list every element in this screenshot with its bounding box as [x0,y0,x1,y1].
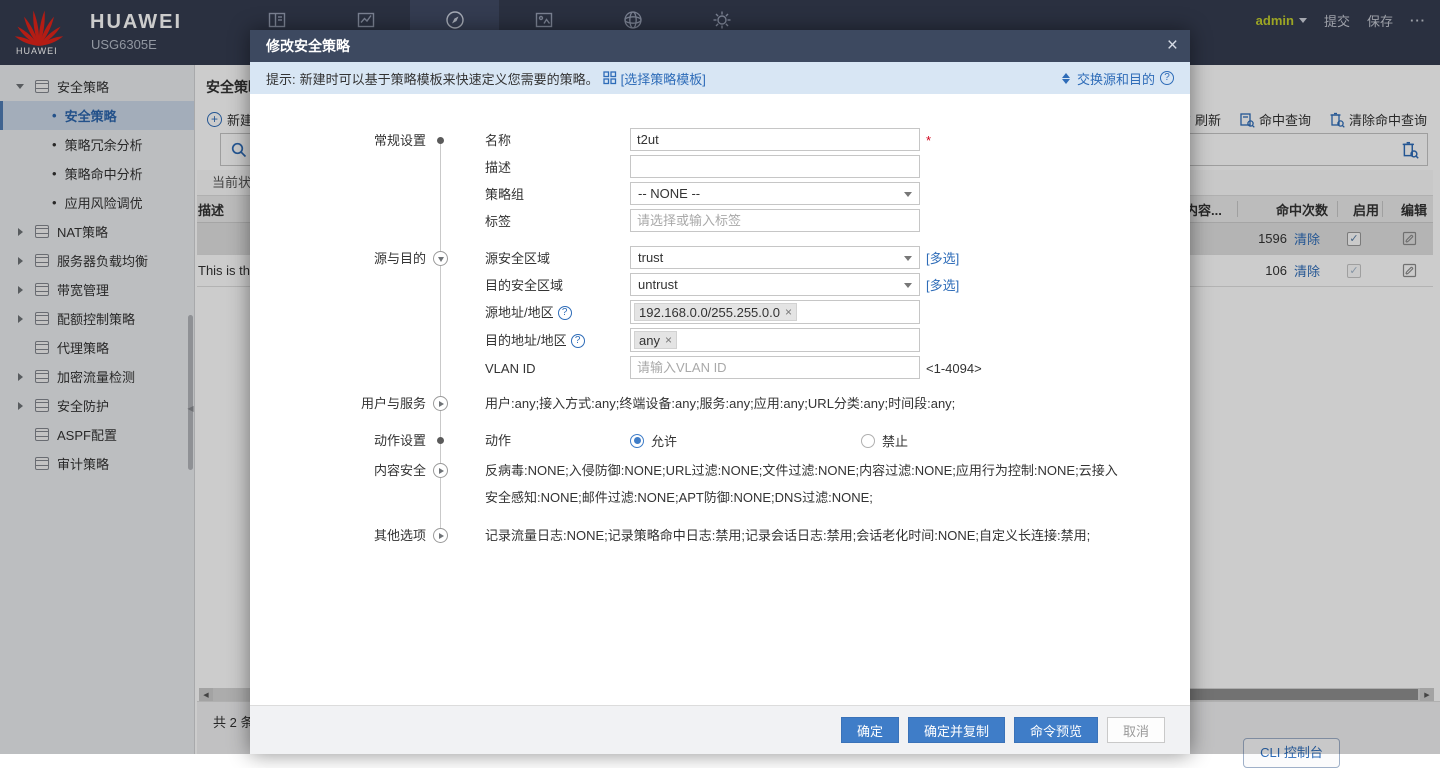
user-service-summary: 用户:any;接入方式:any;终端设备:any;服务:any;应用:any;U… [485,390,1130,417]
content-security-summary: 反病毒:NONE;入侵防御:NONE;URL过滤:NONE;文件过滤:NONE;… [485,457,1130,511]
deny-label: 禁止 [882,431,908,450]
remove-tag-icon[interactable]: × [665,332,672,349]
help-icon[interactable]: ? [1160,71,1174,85]
section-collapse-icon[interactable] [433,251,448,266]
section-srcdst-label: 源与目的 [250,245,426,272]
section-action-label: 动作设置 [250,427,426,454]
ok-and-copy-button[interactable]: 确定并复制 [908,717,1005,743]
close-icon[interactable]: × [1167,30,1178,62]
dialog-title: 修改安全策略 [266,38,350,54]
section-expand-icon[interactable] [433,463,448,478]
address-tag: 192.168.0.0/255.255.0.0 × [634,303,797,321]
src-addr-field[interactable]: 192.168.0.0/255.255.0.0 × [630,300,920,324]
dialog-body: 常规设置 名称 * 描述 策略组 -- NONE -- 标签 源与目的 [250,94,1190,705]
required-asterisk: * [926,127,931,154]
dst-zone-multi-link[interactable]: [多选] [926,272,959,299]
tags-input[interactable] [630,209,920,232]
hint-text: 新建时可以基于策略模板来快速定义您需要的策略。 [300,69,599,88]
section-general-label: 常规设置 [250,127,426,154]
help-icon[interactable]: ? [558,306,572,320]
hint-prefix: 提示: [266,69,296,88]
command-preview-button[interactable]: 命令预览 [1014,717,1098,743]
tags-label: 标签 [485,208,627,235]
src-zone-select[interactable]: trust [630,246,920,269]
dialog-footer: 确定 确定并复制 命令预览 取消 [250,705,1190,754]
section-expand-icon[interactable] [433,396,448,411]
src-zone-label: 源安全区域 [485,245,627,272]
section-dot-icon [437,137,444,144]
chevron-down-icon [904,283,912,288]
remove-tag-icon[interactable]: × [785,304,792,321]
dst-addr-field[interactable]: any × [630,328,920,352]
action-label: 动作 [485,427,627,454]
template-grid-icon [603,71,617,85]
section-expand-icon[interactable] [433,528,448,543]
name-label: 名称 [485,127,627,154]
dialog-hint-bar: 提示: 新建时可以基于策略模板来快速定义您需要的策略。 [选择策略模板] 交换源… [250,62,1190,94]
src-zone-multi-link[interactable]: [多选] [926,245,959,272]
src-addr-label: 源地址/地区 [485,299,554,326]
dst-zone-select[interactable]: untrust [630,273,920,296]
deny-radio[interactable] [861,434,875,448]
vlan-input[interactable] [630,356,920,379]
description-label: 描述 [485,154,627,181]
cancel-button[interactable]: 取消 [1107,717,1165,743]
dst-zone-label: 目的安全区域 [485,272,627,299]
choose-template-link[interactable]: [选择策略模板] [621,69,706,88]
modify-security-policy-dialog: 修改安全策略 × 提示: 新建时可以基于策略模板来快速定义您需要的策略。 [选择… [250,30,1190,754]
swap-src-dst-link[interactable]: 交换源和目的 [1077,69,1155,88]
allow-label: 允许 [651,431,677,450]
dst-addr-label: 目的地址/地区 [485,327,567,354]
name-input[interactable] [630,128,920,151]
section-user-service-label: 用户与服务 [250,390,426,417]
section-content-security-label: 内容安全 [250,457,426,484]
address-tag: any × [634,331,677,349]
allow-radio[interactable] [630,434,644,448]
swap-icon [1062,73,1070,84]
ok-button[interactable]: 确定 [841,717,899,743]
help-icon[interactable]: ? [571,334,585,348]
section-dot-icon [437,437,444,444]
description-input[interactable] [630,155,920,178]
chevron-down-icon [904,256,912,261]
action-radio-group: 允许 禁止 [630,427,908,454]
section-other-label: 其他选项 [250,522,426,549]
policy-group-label: 策略组 [485,181,627,208]
vlan-range-hint: <1-4094> [926,355,982,382]
other-options-summary: 记录流量日志:NONE;记录策略命中日志:禁用;记录会话日志:禁用;会话老化时间… [485,522,1130,549]
dialog-header: 修改安全策略 × [250,30,1190,62]
chevron-down-icon [904,192,912,197]
policy-group-select[interactable]: -- NONE -- [630,182,920,205]
vlan-label: VLAN ID [485,355,627,382]
